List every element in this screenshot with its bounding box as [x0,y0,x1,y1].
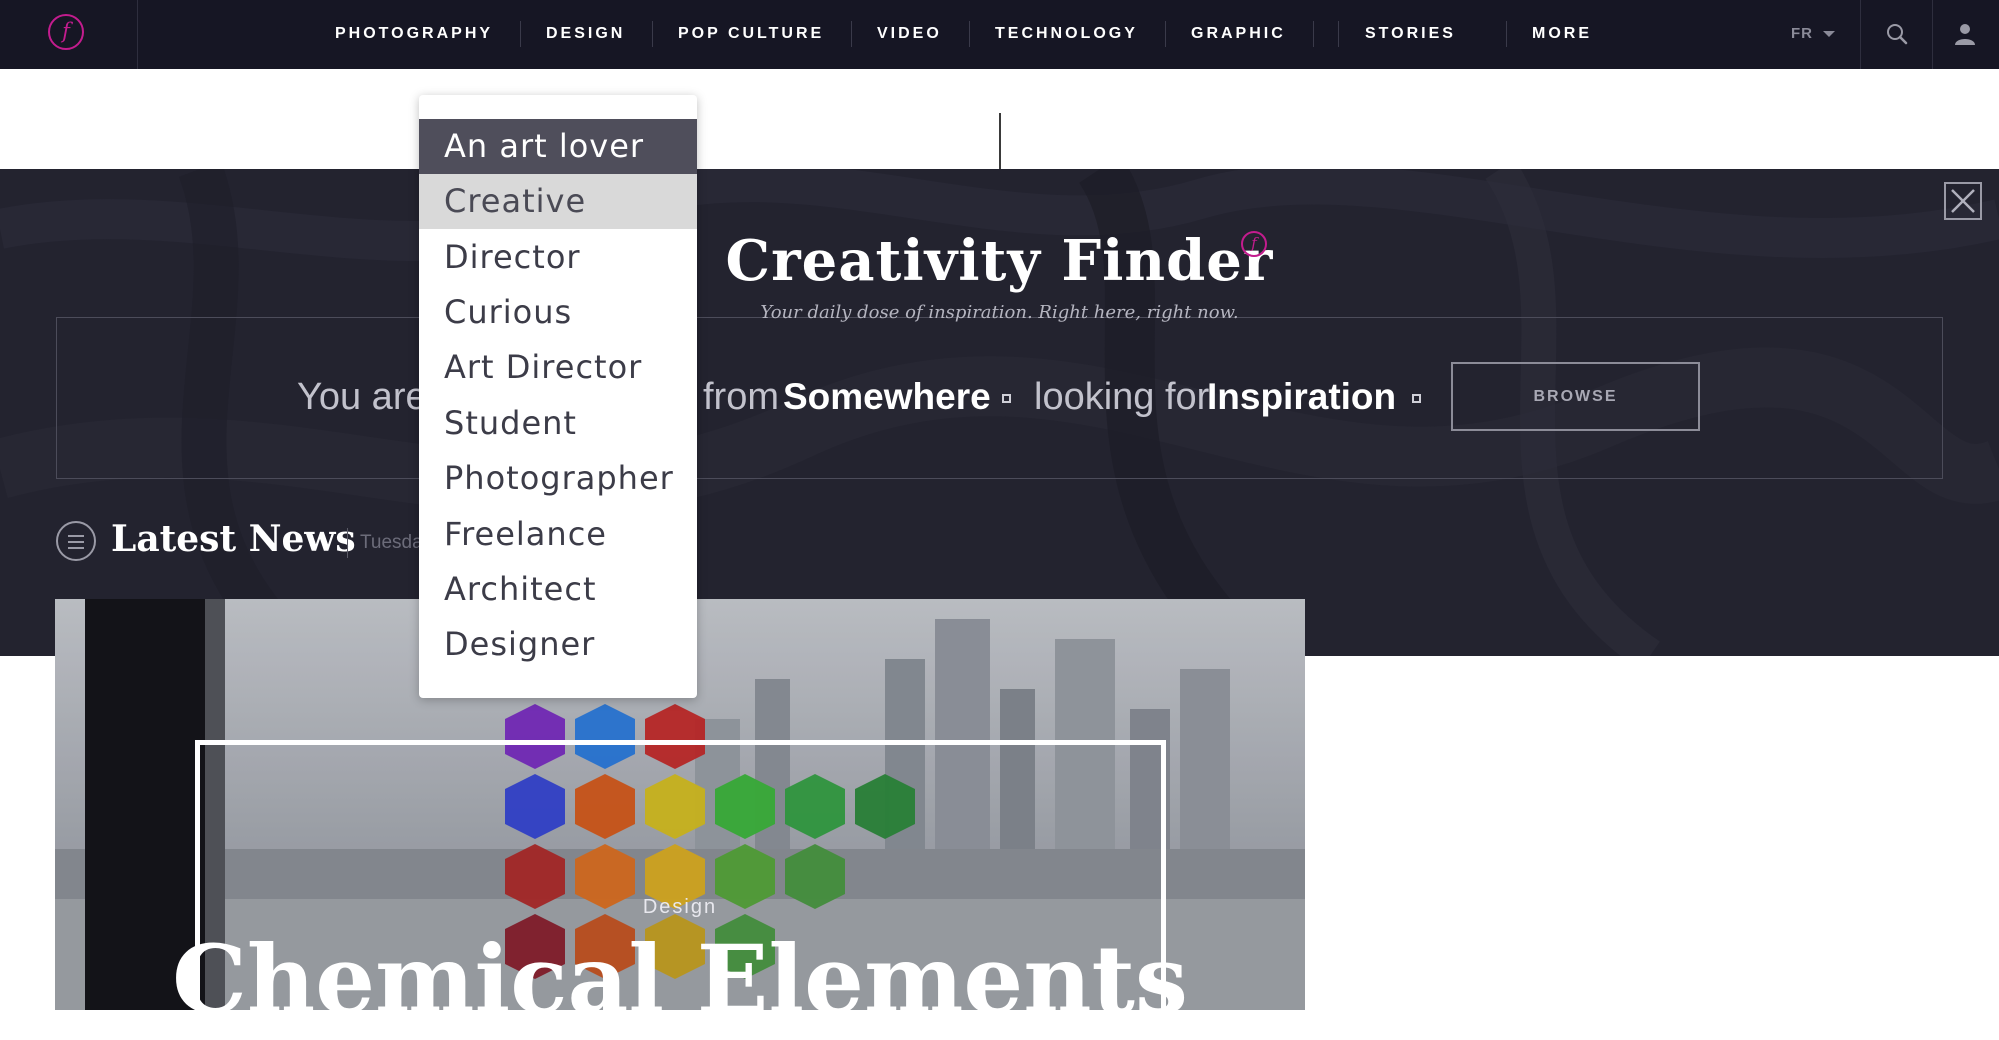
page-title: Creativity Finder [725,228,1274,294]
dropdown-option-art-lover[interactable]: An art lover [419,119,697,174]
nav-item-technology[interactable]: TECHNOLOGY [995,0,1138,69]
featured-category[interactable]: Design [0,896,1360,919]
nav-divider [652,21,653,47]
language-selector[interactable]: FR [1791,0,1813,69]
nav-divider [1860,0,1861,69]
chevron-down-icon [1823,31,1835,37]
logo-letter: f [62,19,70,43]
list-icon [56,521,96,561]
nav-divider [1506,21,1507,47]
location-select[interactable]: Somewhere [783,372,991,422]
dropdown-option-director[interactable]: Director [419,230,697,285]
nav-divider [969,21,970,47]
topic-dropdown-icon[interactable] [1412,394,1421,403]
dropdown-option-architect[interactable]: Architect [419,562,697,617]
topic-select[interactable]: Inspiration [1207,372,1396,422]
finder-looking-text: looking for [1034,376,1210,418]
nav-divider [1932,0,1933,69]
dropdown-option-freelance[interactable]: Freelance [419,507,697,562]
dropdown-option-art-director[interactable]: Art Director [419,340,697,395]
close-finder-button[interactable] [1944,182,1982,220]
nav-divider [1338,21,1339,47]
close-icon [1951,189,1975,213]
dropdown-option-student[interactable]: Student [419,396,697,451]
dropdown-option-creative[interactable]: Creative [419,174,697,229]
dropdown-option-designer[interactable]: Designer [419,617,697,672]
nav-divider [851,21,852,47]
nav-item-design[interactable]: DESIGN [546,0,625,69]
nav-item-more[interactable]: MORE [1532,0,1592,69]
finder-from-text: from [703,376,779,418]
visitor-type-dropdown[interactable]: An art lover Creative Director Curious A… [419,95,697,698]
nav-item-photography[interactable]: PHOTOGRAPHY [335,0,493,69]
brand-mark-icon: f [1241,231,1267,257]
news-date: Tuesda [360,532,423,553]
location-dropdown-icon[interactable] [1002,394,1011,403]
finder-prefix-text: You are [297,376,427,418]
brand-logo[interactable]: f [48,14,84,50]
nav-divider [520,21,521,47]
nav-divider [1313,21,1314,47]
user-icon[interactable] [1952,21,1978,47]
nav-item-video[interactable]: VIDEO [877,0,942,69]
nav-item-graphic[interactable]: GRAPHIC [1191,0,1286,69]
top-navigation: f PHOTOGRAPHY DESIGN POP CULTURE VIDEO T… [0,0,1999,69]
nav-item-pop-culture[interactable]: POP CULTURE [678,0,824,69]
brand-mark-letter: f [1251,234,1257,252]
nav-divider [1165,21,1166,47]
hero-subtitle: Your daily dose of inspiration. Right he… [760,302,1239,323]
dropdown-option-photographer[interactable]: Photographer [419,451,697,506]
dropdown-option-curious[interactable]: Curious [419,285,697,340]
section-divider [347,528,348,558]
search-icon[interactable] [1885,22,1909,46]
nav-item-stories[interactable]: STORIES [1365,0,1456,69]
section-title: Latest News [111,518,356,560]
nav-divider [137,0,138,69]
featured-title[interactable]: Chemical Elements [0,925,1360,1035]
browse-button[interactable]: BROWSE [1451,362,1700,431]
